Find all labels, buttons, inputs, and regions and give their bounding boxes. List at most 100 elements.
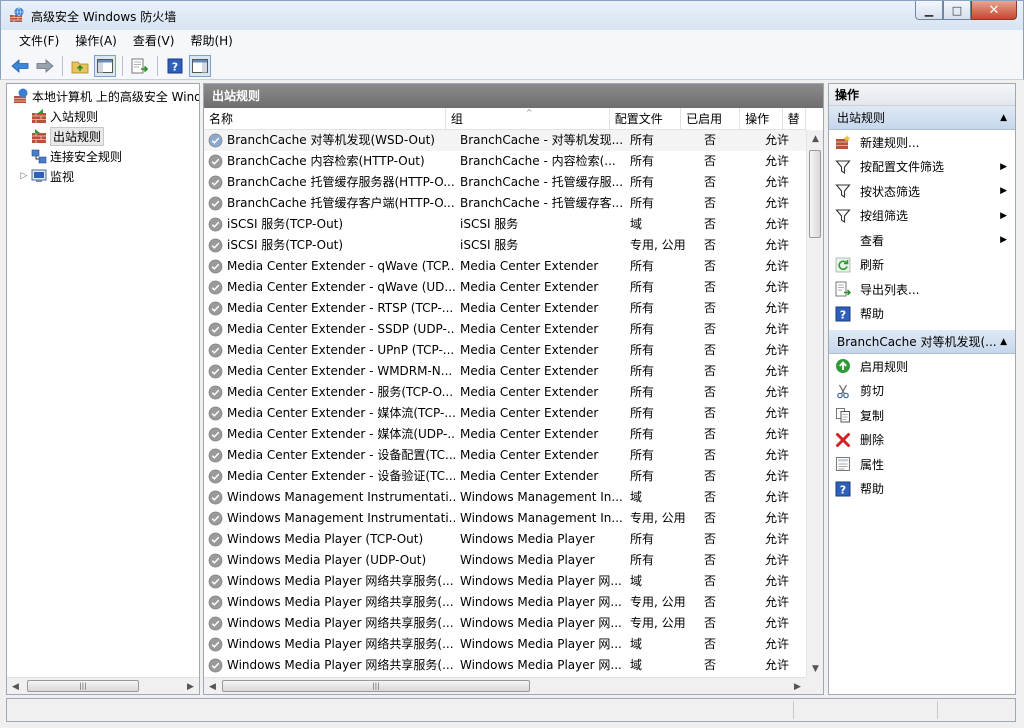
expand-icon[interactable]: ▷: [19, 171, 29, 181]
rule-disabled-icon: [208, 322, 223, 337]
rule-row[interactable]: Windows Media Player 网络共享服务(... Windows M…: [204, 571, 806, 592]
rule-row[interactable]: iSCSI 服务(TCP-Out) iSCSI 服务 专用, 公用 否 允许: [204, 235, 806, 256]
action-item[interactable]: 按状态筛选 ▶: [829, 179, 1015, 204]
rule-row[interactable]: Windows Media Player 网络共享服务(... Windows M…: [204, 634, 806, 655]
column-header-profile[interactable]: 配置文件: [610, 108, 682, 130]
action-item[interactable]: 剪切: [829, 379, 1015, 404]
export-list-button[interactable]: [129, 55, 151, 77]
rule-row[interactable]: Windows Media Player (UDP-Out) Windows Me…: [204, 550, 806, 571]
help-icon: ?: [835, 481, 851, 497]
rule-row[interactable]: Windows Media Player (TCP-Out) Windows Me…: [204, 529, 806, 550]
action-item[interactable]: ? 帮助: [829, 477, 1015, 502]
action-item[interactable]: ? 帮助: [829, 302, 1015, 327]
action-item[interactable]: 按配置文件筛选 ▶: [829, 155, 1015, 180]
rule-row[interactable]: Windows Media Player 网络共享服务(... Windows M…: [204, 655, 806, 676]
rule-row[interactable]: BranchCache 对等机发现(WSD-Out) BranchCache - …: [204, 130, 806, 151]
scroll-thumb[interactable]: |||: [222, 680, 530, 692]
rule-disabled-icon: [208, 658, 223, 673]
menu-file[interactable]: 文件(F): [11, 31, 67, 51]
action-item[interactable]: 启用规则: [829, 354, 1015, 379]
scroll-right-icon[interactable]: ▶: [789, 678, 806, 695]
collapse-icon[interactable]: ▲: [1000, 330, 1007, 353]
rule-row[interactable]: Windows Management Instrumentati... Windo…: [204, 487, 806, 508]
rule-disabled-icon: [208, 196, 223, 211]
action-item[interactable]: 查看 ▶: [829, 228, 1015, 253]
rule-row[interactable]: Windows Management Instrumentati... Windo…: [204, 508, 806, 529]
action-item[interactable]: 导出列表...: [829, 277, 1015, 302]
rule-row[interactable]: iSCSI 服务(TCP-Out) iSCSI 服务 域 否 允许: [204, 214, 806, 235]
rule-row[interactable]: Media Center Extender - 设备配置(TC... Media …: [204, 445, 806, 466]
column-header-action[interactable]: 操作: [740, 108, 783, 130]
rule-row[interactable]: Media Center Extender - 媒体流(TCP-... Media…: [204, 403, 806, 424]
tree-horizontal-scrollbar[interactable]: ◀ ||| ▶: [7, 677, 199, 694]
rule-group-cell: iSCSI 服务: [460, 238, 519, 252]
action-item[interactable]: 按组筛选 ▶: [829, 204, 1015, 229]
column-header-override[interactable]: 替: [783, 108, 806, 130]
rules-vertical-scrollbar[interactable]: ▲ ▼: [806, 130, 823, 677]
rule-action-cell: 允许: [765, 511, 790, 525]
maximize-button[interactable]: □: [943, 1, 971, 20]
rule-row[interactable]: BranchCache 托管缓存服务器(HTTP-O... BranchCache…: [204, 172, 806, 193]
action-item[interactable]: 刷新: [829, 253, 1015, 278]
rule-row[interactable]: Media Center Extender - 设备验证(TC... Media …: [204, 466, 806, 487]
rule-row[interactable]: Media Center Extender - SSDP (UDP-... Med…: [204, 319, 806, 340]
menu-action[interactable]: 操作(A): [67, 31, 125, 51]
actions-section-outbound-rules[interactable]: 出站规则 ▲: [829, 106, 1015, 130]
rule-name-cell: Media Center Extender - WMDRM-N...: [204, 361, 455, 382]
rule-name-text: Media Center Extender - UPnP (TCP-...: [227, 343, 455, 357]
action-item[interactable]: 新建规则...: [829, 130, 1015, 155]
rule-group-cell: Windows Media Player 网...: [460, 658, 622, 672]
show-hide-tree-button[interactable]: [94, 54, 116, 77]
scroll-down-icon[interactable]: ▼: [807, 660, 824, 677]
rule-row[interactable]: Media Center Extender - UPnP (TCP-... Med…: [204, 340, 806, 361]
scroll-left-icon[interactable]: ◀: [204, 678, 221, 695]
actions-section-selected-rule[interactable]: BranchCache 对等机发现(... ▲: [829, 330, 1015, 354]
scroll-up-icon[interactable]: ▲: [807, 130, 824, 147]
up-folder-button[interactable]: [69, 55, 91, 77]
scroll-thumb[interactable]: [809, 150, 821, 238]
minimize-button[interactable]: ▁: [915, 1, 943, 20]
column-header-enabled[interactable]: 已启用: [681, 108, 741, 130]
menu-help[interactable]: 帮助(H): [182, 31, 240, 51]
rule-action-cell: 允许: [765, 427, 790, 441]
scroll-left-icon[interactable]: ◀: [7, 678, 24, 695]
rules-horizontal-scrollbar[interactable]: ◀ ||| ▶: [204, 677, 806, 694]
action-item[interactable]: 复制: [829, 403, 1015, 428]
rule-group-cell: Windows Media Player: [460, 532, 595, 546]
tree-item-outbound-rules[interactable]: 出站规则: [7, 126, 199, 146]
action-item[interactable]: 属性: [829, 452, 1015, 477]
back-button[interactable]: [9, 55, 31, 77]
rule-row[interactable]: Media Center Extender - qWave (TCP... Med…: [204, 256, 806, 277]
forward-button[interactable]: [34, 55, 56, 77]
rule-action-cell: 允许: [765, 217, 790, 231]
help-button[interactable]: ?: [164, 55, 186, 77]
rule-row[interactable]: Media Center Extender - WMDRM-N... Media …: [204, 361, 806, 382]
tree-root[interactable]: 本地计算机 上的高级安全 Windows 防火墙: [7, 86, 199, 106]
rule-row[interactable]: BranchCache 内容检索(HTTP-Out) BranchCache - …: [204, 151, 806, 172]
rule-row[interactable]: Media Center Extender - 媒体流(UDP-... Media…: [204, 424, 806, 445]
tree-item-monitoring[interactable]: ▷ 监视: [7, 166, 199, 186]
scroll-thumb[interactable]: |||: [27, 680, 139, 692]
console-tree: 本地计算机 上的高级安全 Windows 防火墙 入站规则 出站规则: [7, 84, 199, 676]
tree-item-inbound-rules[interactable]: 入站规则: [7, 106, 199, 126]
tree-item-connection-security-rules[interactable]: 连接安全规则: [7, 146, 199, 166]
rule-profile-cell: 所有: [630, 175, 655, 189]
column-header-name[interactable]: 名称: [204, 108, 446, 130]
rule-name-text: Media Center Extender - qWave (TCP...: [227, 259, 455, 273]
scroll-right-icon[interactable]: ▶: [182, 678, 199, 695]
rule-row[interactable]: Media Center Extender - RTSP (TCP-... Med…: [204, 298, 806, 319]
collapse-icon[interactable]: ▲: [1000, 106, 1007, 129]
close-button[interactable]: ✕: [971, 1, 1017, 20]
rule-row[interactable]: Media Center Extender - qWave (UD... Medi…: [204, 277, 806, 298]
column-header-group[interactable]: ^ 组: [446, 108, 610, 130]
rule-row[interactable]: Windows Media Player 网络共享服务(... Windows M…: [204, 613, 806, 634]
rule-name-cell: Windows Media Player 网络共享服务(...: [204, 634, 455, 655]
rule-row[interactable]: Windows Media Player 网络共享服务(... Windows M…: [204, 592, 806, 613]
menu-view[interactable]: 查看(V): [125, 31, 183, 51]
action-item[interactable]: 删除: [829, 428, 1015, 453]
rule-action-cell: 允许: [765, 175, 790, 189]
show-hide-action-pane-button[interactable]: [189, 54, 211, 77]
rule-row[interactable]: Media Center Extender - 服务(TCP-O... Media…: [204, 382, 806, 403]
rule-profile-cell: 域: [630, 637, 643, 651]
rule-row[interactable]: BranchCache 托管缓存客户端(HTTP-O... BranchCache…: [204, 193, 806, 214]
